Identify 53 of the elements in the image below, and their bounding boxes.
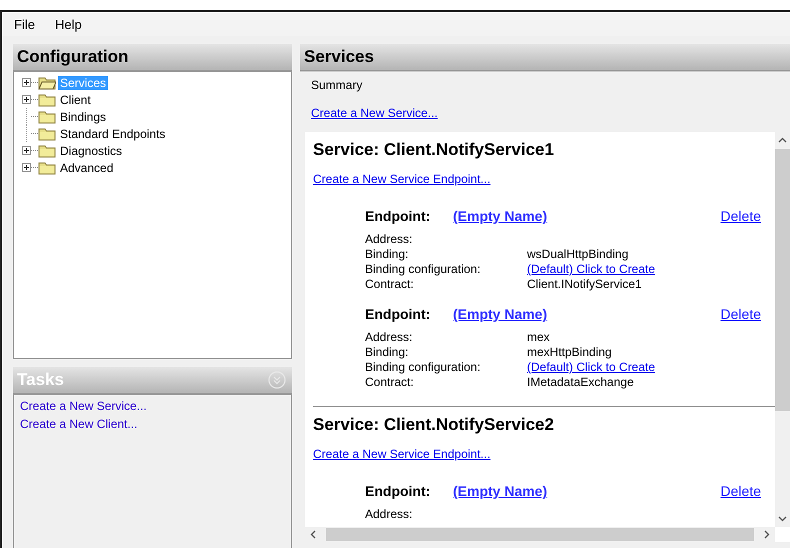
property-value: IMetadataExchange: [527, 375, 634, 390]
expand-icon[interactable]: [22, 163, 31, 172]
property-link[interactable]: (Default) Click to Create: [527, 360, 656, 375]
endpoint-label: Endpoint:: [365, 208, 432, 224]
property-label: Binding:: [365, 247, 410, 262]
panel-title: Tasks: [17, 370, 64, 390]
property-label: Address:: [365, 507, 414, 522]
endpoint-name-link[interactable]: (Empty Name): [453, 208, 548, 224]
property-label: Binding:: [365, 345, 410, 360]
scroll-down-icon[interactable]: [778, 514, 787, 523]
property-label: Contract:: [365, 375, 415, 390]
property-label: Binding configuration:: [365, 360, 482, 375]
property-value: mexHttpBinding: [527, 345, 612, 360]
tree-item[interactable]: Standard Endpoints: [58, 126, 168, 140]
property-label: Address:: [365, 232, 414, 247]
property-label: Binding configuration:: [365, 262, 482, 277]
service-title: Service: Client.NotifyService2: [313, 415, 555, 435]
service-title: Service: Client.NotifyService1: [313, 140, 555, 160]
scrollbar-thumb[interactable]: [775, 149, 790, 411]
create-endpoint-link[interactable]: Create a New Service Endpoint...: [313, 447, 490, 461]
scrollbar-thumb[interactable]: [326, 528, 754, 541]
property-value: mex: [527, 330, 550, 345]
panel-header: Configuration: [13, 44, 292, 71]
tree-item[interactable]: Bindings: [58, 110, 108, 124]
scroll-right-icon[interactable]: [762, 530, 771, 539]
menu-item[interactable]: Help: [48, 14, 88, 34]
endpoint-name-link[interactable]: (Empty Name): [453, 483, 548, 499]
property-label: Address:: [365, 330, 414, 345]
group-label: Summary: [311, 78, 362, 92]
create-endpoint-link[interactable]: Create a New Service Endpoint...: [313, 172, 490, 186]
delete-link[interactable]: Delete: [720, 483, 761, 499]
panel-header: Services: [300, 44, 790, 71]
expand-icon[interactable]: [22, 146, 31, 155]
property-value: wsDualHttpBinding: [527, 247, 628, 262]
delete-link[interactable]: Delete: [720, 306, 761, 322]
expand-icon[interactable]: [22, 78, 31, 87]
property-value: Client.INotifyService1: [527, 277, 642, 292]
scroll-up-icon[interactable]: [778, 136, 787, 145]
expand-icon[interactable]: [22, 95, 31, 104]
tree-item[interactable]: Advanced: [58, 160, 116, 174]
task-link[interactable]: Create a New Client...: [20, 417, 138, 431]
endpoint-label: Endpoint:: [365, 306, 432, 322]
property-link[interactable]: (Default) Click to Create: [527, 262, 656, 277]
tree-item[interactable]: Client: [58, 92, 93, 106]
endpoint-name-link[interactable]: (Empty Name): [453, 306, 548, 322]
scroll-left-icon[interactable]: [309, 530, 318, 539]
delete-link[interactable]: Delete: [720, 208, 761, 224]
property-label: Contract:: [365, 277, 415, 292]
create-service-link[interactable]: Create a New Service...: [311, 106, 438, 120]
tree-item[interactable]: Diagnostics: [58, 144, 124, 158]
task-link[interactable]: Create a New Service...: [20, 399, 147, 413]
menu-item[interactable]: File: [8, 14, 41, 34]
endpoint-label: Endpoint:: [365, 483, 432, 499]
